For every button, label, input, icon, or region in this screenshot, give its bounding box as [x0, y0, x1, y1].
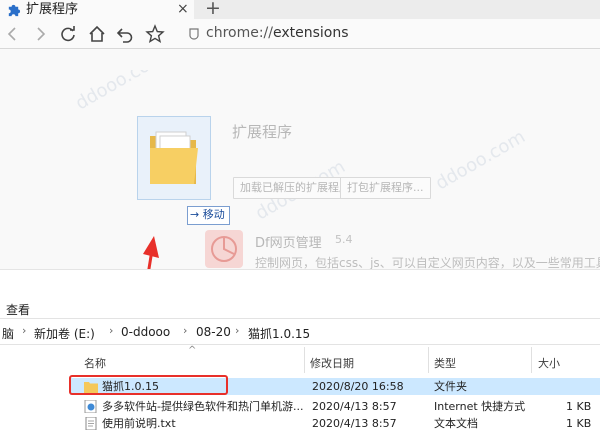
ribbon-tab-view[interactable]: 查看 [6, 301, 30, 318]
column-header-date[interactable]: 修改日期 [310, 355, 354, 371]
file-type: 文件夹 [434, 380, 467, 393]
file-size: 1 KB [566, 400, 592, 413]
pack-extension-button[interactable]: 打包扩展程序... [340, 177, 431, 199]
breadcrumb-item[interactable]: 猫抓1.0.15 [248, 325, 310, 342]
tab-close-button[interactable]: × [177, 0, 189, 18]
back-icon[interactable] [2, 23, 24, 45]
new-tab-button[interactable]: + [205, 0, 221, 19]
annotation-highlight-box [69, 375, 228, 395]
svg-text:ddooo.com: ddooo.com [72, 70, 169, 114]
puzzle-piece-icon [8, 4, 21, 17]
column-header-type[interactable]: 类型 [434, 355, 456, 371]
file-date: 2020/4/13 8:57 [312, 417, 397, 430]
breadcrumb-item[interactable]: 脑 [2, 325, 14, 342]
extensions-page-title: 扩展程序 [232, 123, 293, 141]
forward-icon[interactable] [29, 23, 51, 45]
url-path: extensions [273, 25, 349, 41]
home-icon[interactable] [86, 23, 108, 45]
undo-icon[interactable] [114, 23, 136, 45]
breadcrumb-separator-icon[interactable]: › [109, 324, 113, 337]
breadcrumb-item[interactable]: 08-20 [196, 325, 231, 339]
address-bar[interactable]: chrome://extensions [206, 23, 349, 43]
breadcrumb-separator-icon[interactable]: › [183, 324, 187, 337]
file-type: 文本文档 [434, 417, 478, 430]
column-divider[interactable] [304, 347, 305, 373]
file-type: Internet 快捷方式 [434, 400, 526, 413]
column-divider[interactable] [531, 347, 532, 373]
breadcrumb-separator-icon[interactable]: › [235, 324, 239, 337]
folder-icon [150, 131, 198, 184]
column-header-size[interactable]: 大小 [538, 355, 560, 371]
file-date: 2020/8/20 16:58 [312, 380, 404, 393]
breadcrumb-item[interactable]: 0-ddooo [121, 325, 170, 339]
sort-ascending-icon: ^ [188, 345, 197, 356]
ribbon-divider [0, 318, 600, 319]
text-file-icon [85, 417, 97, 430]
url-scheme: chrome:// [206, 25, 273, 41]
tab-title: 扩展程序 [26, 2, 79, 17]
file-name: 多多软件站-提供绿色软件和热门单机游... [102, 400, 304, 413]
move-tooltip: → 移动 [187, 206, 230, 225]
internet-shortcut-icon [84, 400, 97, 413]
extension-version: 5.4 [335, 233, 353, 246]
file-size: 1 KB [566, 417, 592, 430]
page-info-icon[interactable] [187, 26, 201, 40]
file-date: 2020/4/13 8:57 [312, 400, 397, 413]
breadcrumb-item[interactable]: 新加卷 (E:) [34, 325, 95, 342]
extension-logo-icon [205, 230, 243, 268]
bookmark-star-icon[interactable] [144, 23, 166, 45]
svg-text:ddooo.com: ddooo.com [432, 126, 529, 194]
extension-name: Df网页管理 [255, 236, 322, 251]
column-divider[interactable] [428, 347, 429, 373]
file-name: 使用前说明.txt [102, 417, 176, 430]
tab-extensions[interactable]: 扩展程序 × [0, 0, 194, 19]
column-header-name[interactable]: 名称 [84, 355, 106, 371]
reload-icon[interactable] [57, 23, 79, 45]
breadcrumb-separator-icon[interactable]: › [22, 324, 26, 337]
